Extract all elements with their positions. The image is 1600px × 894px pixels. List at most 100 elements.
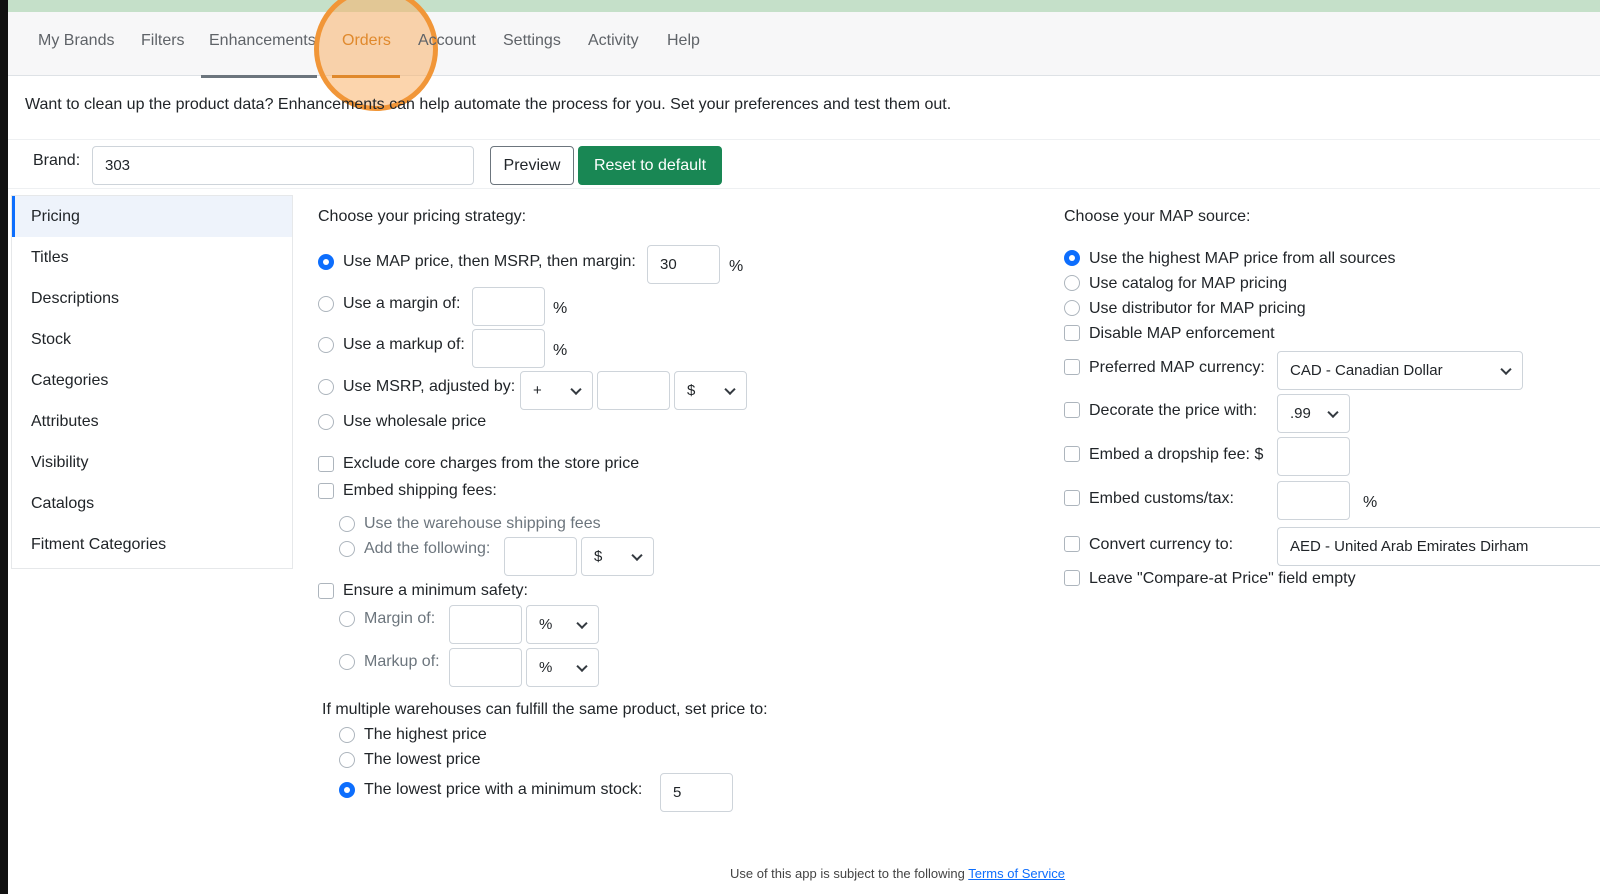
customs-tax-checkbox[interactable]	[1064, 490, 1080, 506]
chevron-down-icon	[724, 383, 736, 395]
multi-warehouse-heading: If multiple warehouses can fulfill the s…	[322, 701, 768, 718]
disable-map-checkbox[interactable]	[1064, 325, 1080, 341]
percent-unit: %	[553, 300, 568, 317]
decorate-price-checkbox[interactable]	[1064, 402, 1080, 418]
safety-margin-input[interactable]	[449, 605, 522, 644]
chevron-down-icon	[1500, 363, 1512, 375]
dropship-fee-label: Embed a dropship fee: $	[1089, 446, 1264, 463]
sidebar-item-titles[interactable]: Titles	[12, 237, 292, 278]
map-msrp-margin-radio[interactable]	[318, 254, 334, 270]
terms-of-service-link[interactable]: Terms of Service	[968, 866, 1065, 881]
percent-unit: %	[1363, 494, 1378, 511]
tab-enhancements-underline	[201, 75, 317, 78]
tab-enhancements[interactable]: Enhancements	[209, 32, 316, 50]
markup-input[interactable]	[472, 329, 545, 368]
sidebar-item-fitment-categories[interactable]: Fitment Categories	[12, 524, 292, 565]
margin-input[interactable]	[472, 287, 545, 326]
decorate-price-select[interactable]: .99	[1277, 394, 1350, 433]
lowest-price-min-stock-radio[interactable]	[339, 782, 355, 798]
msrp-radio[interactable]	[318, 379, 334, 395]
markup-radio[interactable]	[318, 337, 334, 353]
map-heading: Choose your MAP source:	[1064, 208, 1251, 225]
msrp-unit-value: $	[687, 382, 696, 399]
map-distributor-radio[interactable]	[1064, 300, 1080, 316]
min-safety-checkbox[interactable]	[318, 583, 334, 599]
dropship-fee-checkbox[interactable]	[1064, 446, 1080, 462]
tab-orders-underline	[332, 75, 400, 78]
map-margin-input[interactable]: 30	[647, 245, 720, 284]
margin-radio[interactable]	[318, 296, 334, 312]
map-catalog-label: Use catalog for MAP pricing	[1089, 275, 1288, 292]
tab-settings[interactable]: Settings	[503, 32, 561, 50]
min-stock-input[interactable]: 5	[660, 773, 733, 812]
safety-markup-unit-select[interactable]: %	[526, 648, 599, 687]
preferred-currency-select[interactable]: CAD - Canadian Dollar	[1277, 351, 1523, 390]
embed-shipping-checkbox[interactable]	[318, 483, 334, 499]
msrp-operator-select[interactable]: +	[520, 371, 593, 410]
wholesale-radio[interactable]	[318, 414, 334, 430]
footer: Use of this app is subject to the follow…	[730, 866, 1065, 881]
sidebar-item-descriptions[interactable]: Descriptions	[12, 278, 292, 319]
reset-to-default-button[interactable]: Reset to default	[578, 146, 722, 185]
tab-my-brands[interactable]: My Brands	[38, 32, 114, 50]
highest-price-radio[interactable]	[339, 727, 355, 743]
sidebar-item-stock[interactable]: Stock	[12, 319, 292, 360]
leave-compare-at-label: Leave "Compare-at Price" field empty	[1089, 570, 1356, 587]
divider	[8, 139, 1600, 140]
sidebar-item-catalogs[interactable]: Catalogs	[12, 483, 292, 524]
safety-margin-unit-value: %	[539, 616, 553, 633]
embed-shipping-label: Embed shipping fees:	[343, 482, 497, 499]
chevron-down-icon	[1327, 406, 1339, 418]
footer-text: Use of this app is subject to the follow…	[730, 866, 969, 881]
msrp-unit-select[interactable]: $	[674, 371, 747, 410]
convert-currency-label: Convert currency to:	[1089, 536, 1234, 553]
convert-currency-select[interactable]: AED - United Arab Emirates Dirham	[1277, 527, 1600, 566]
preferred-currency-checkbox[interactable]	[1064, 359, 1080, 375]
tab-account[interactable]: Account	[418, 32, 476, 50]
safety-margin-unit-select[interactable]: %	[526, 605, 599, 644]
safety-margin-radio[interactable]	[339, 611, 355, 627]
map-distributor-label: Use distributor for MAP pricing	[1089, 300, 1306, 317]
sidebar-item-visibility[interactable]: Visibility	[12, 442, 292, 483]
sidebar-item-pricing[interactable]: Pricing	[12, 196, 292, 237]
preview-button[interactable]: Preview	[490, 146, 574, 185]
tab-activity[interactable]: Activity	[588, 32, 639, 50]
shipping-unit-select[interactable]: $	[581, 537, 654, 576]
divider	[8, 188, 1600, 189]
tab-filters[interactable]: Filters	[141, 32, 185, 50]
exclude-core-checkbox[interactable]	[318, 456, 334, 472]
chevron-down-icon	[576, 660, 588, 672]
intro-text: Want to clean up the product data? Enhan…	[25, 96, 952, 113]
min-safety-label: Ensure a minimum safety:	[343, 582, 528, 599]
top-nav: My Brands Filters Enhancements Orders Ac…	[8, 0, 1600, 111]
convert-currency-checkbox[interactable]	[1064, 536, 1080, 552]
map-catalog-radio[interactable]	[1064, 275, 1080, 291]
wholesale-label: Use wholesale price	[343, 413, 487, 430]
safety-markup-input[interactable]	[449, 648, 522, 687]
lowest-price-label: The lowest price	[364, 751, 481, 768]
map-highest-radio[interactable]	[1064, 250, 1080, 266]
msrp-adjust-input[interactable]	[597, 371, 670, 410]
sidebar-item-attributes[interactable]: Attributes	[12, 401, 292, 442]
msrp-label: Use MSRP, adjusted by:	[343, 378, 516, 395]
safety-markup-radio[interactable]	[339, 654, 355, 670]
convert-currency-value: AED - United Arab Emirates Dirham	[1290, 538, 1529, 555]
sidebar-item-categories[interactable]: Categories	[12, 360, 292, 401]
brand-label: Brand:	[33, 152, 81, 169]
tab-orders[interactable]: Orders	[342, 32, 391, 50]
customs-tax-input[interactable]	[1277, 481, 1350, 520]
add-shipping-label: Add the following:	[364, 540, 491, 557]
warehouse-shipping-radio[interactable]	[339, 516, 355, 532]
add-shipping-radio[interactable]	[339, 541, 355, 557]
lowest-price-radio[interactable]	[339, 752, 355, 768]
safety-markup-label: Markup of:	[364, 653, 440, 670]
lowest-price-min-stock-label: The lowest price with a minimum stock:	[364, 781, 643, 798]
safety-margin-label: Margin of:	[364, 610, 436, 627]
margin-label: Use a margin of:	[343, 295, 461, 312]
leave-compare-at-checkbox[interactable]	[1064, 570, 1080, 586]
tab-help[interactable]: Help	[667, 32, 700, 50]
brand-input[interactable]: 303	[92, 146, 474, 185]
dropship-fee-input[interactable]	[1277, 437, 1350, 476]
shipping-amount-input[interactable]	[504, 537, 577, 576]
markup-label: Use a markup of:	[343, 336, 465, 353]
